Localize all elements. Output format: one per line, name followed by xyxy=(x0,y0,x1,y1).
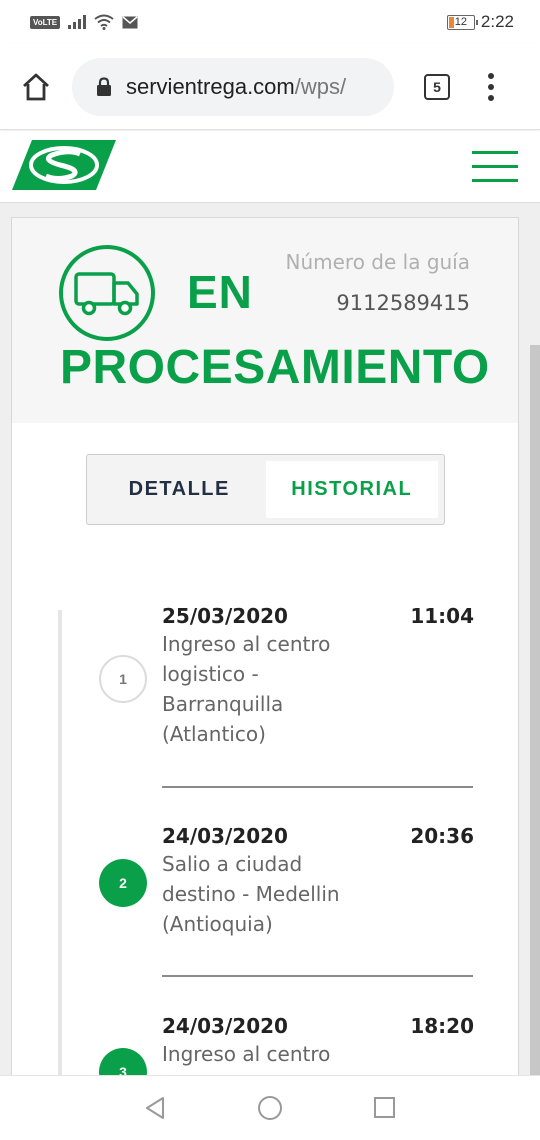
clock: 2:22 xyxy=(480,12,514,31)
home-icon xyxy=(23,73,49,100)
guide-number-label: Número de la guía xyxy=(285,250,470,274)
entry-date: 25/03/2020 xyxy=(162,604,288,628)
entry-time: 20:36 xyxy=(410,824,474,848)
tracking-card: EN PROCESAMIENTO Número de la guía 91125… xyxy=(11,217,519,1077)
guide-number: 9112589415 xyxy=(336,291,470,315)
status-text-line2: PROCESAMIENTO xyxy=(60,341,490,394)
step-2-marker: 2 xyxy=(99,859,147,907)
entry-date: 24/03/2020 xyxy=(162,824,288,848)
battery-level: 12 xyxy=(454,16,468,28)
home-nav-icon[interactable] xyxy=(258,1096,282,1120)
battery-icon: 12 xyxy=(446,14,478,30)
entry-description: Ingreso al centro logistico - Barranquil… xyxy=(162,632,331,746)
tracking-header: EN PROCESAMIENTO Número de la guía 91125… xyxy=(12,218,518,423)
entry-separator xyxy=(162,975,473,977)
volte-badge: VoLTE xyxy=(30,15,61,29)
entry-date: 24/03/2020 xyxy=(162,1014,288,1038)
tab-historial[interactable]: HISTORIAL xyxy=(265,461,438,518)
tab-switcher-button[interactable]: 5 xyxy=(424,73,450,100)
truck-icon xyxy=(59,245,155,341)
back-icon[interactable] xyxy=(144,1096,166,1120)
system-nav-bar xyxy=(0,1075,540,1140)
lock-icon xyxy=(97,76,111,96)
history-entry: 25/03/2020 11:04 Ingreso al centro logis… xyxy=(162,604,474,749)
servientrega-logo[interactable] xyxy=(12,140,116,190)
tab-count: 5 xyxy=(433,78,441,95)
scrollbar[interactable] xyxy=(530,345,540,1075)
recent-apps-icon[interactable] xyxy=(374,1097,395,1118)
url-host: servientrega.com xyxy=(126,73,295,99)
wifi-icon xyxy=(94,14,114,30)
hamburger-menu-icon[interactable] xyxy=(472,151,518,182)
address-bar[interactable]: servientrega.com/wps/ xyxy=(72,57,394,116)
status-bar: VoLTE 12 2:22 xyxy=(0,0,540,44)
entry-time: 18:20 xyxy=(410,1014,474,1038)
browser-home-button[interactable] xyxy=(16,67,56,107)
step-3-marker: 3 xyxy=(99,1048,147,1077)
status-text-line1: EN xyxy=(187,266,253,318)
entry-separator xyxy=(162,786,473,788)
signal-icon xyxy=(68,15,87,29)
timeline-line xyxy=(58,610,62,1077)
history-entry: 24/03/2020 18:20 Ingreso al centro xyxy=(162,1014,474,1069)
step-1-marker: 1 xyxy=(99,655,147,703)
tab-selector: DETALLE HISTORIAL xyxy=(86,454,445,525)
entry-description: Salio a ciudad destino - Medellin (Antio… xyxy=(162,852,340,936)
entry-description: Ingreso al centro xyxy=(162,1042,331,1066)
browser-toolbar: servientrega.com/wps/ 5 xyxy=(0,44,540,130)
mail-icon xyxy=(122,15,138,28)
site-header xyxy=(0,131,540,203)
entry-time: 11:04 xyxy=(410,604,474,628)
url-path: /wps/ xyxy=(294,73,347,99)
history-entry: 24/03/2020 20:36 Salio a ciudad destino … xyxy=(162,824,474,939)
browser-menu-button[interactable] xyxy=(488,72,494,101)
tab-detalle[interactable]: DETALLE xyxy=(93,461,266,518)
